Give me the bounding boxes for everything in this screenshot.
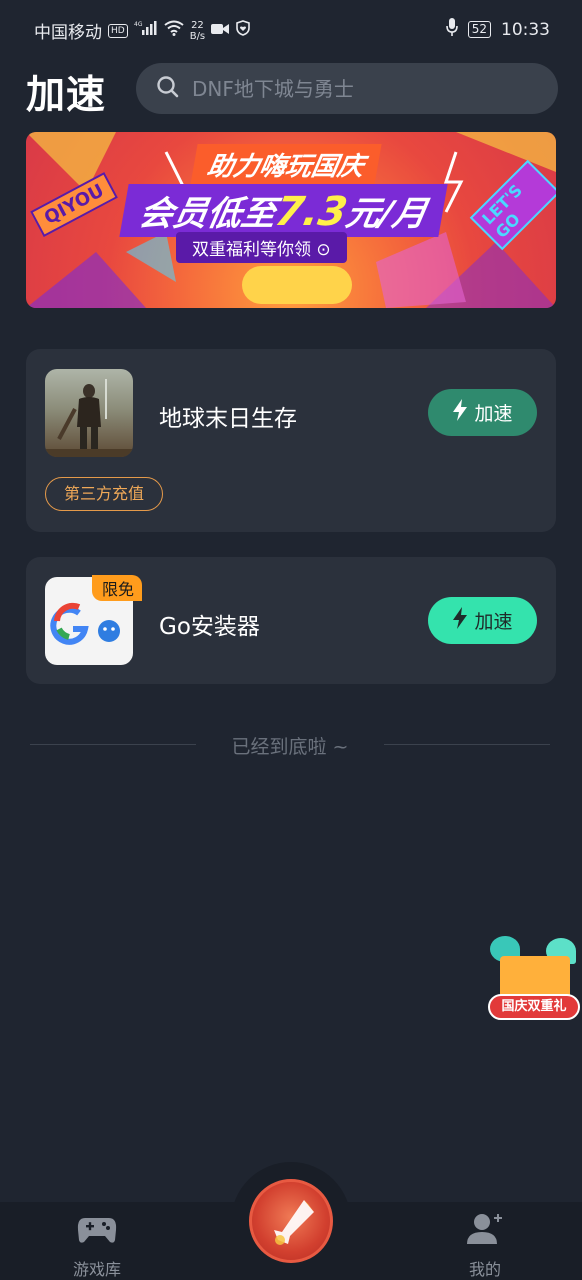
end-of-list: 已经到底啦 ~ bbox=[30, 730, 550, 758]
lightning-icon bbox=[452, 607, 468, 634]
network-speed-unit: B/s bbox=[189, 30, 206, 42]
speed-up-label: 加速 bbox=[474, 403, 513, 425]
speed-up-button[interactable]: 加速 bbox=[428, 597, 537, 644]
banner-subline: 双重福利等你领 ⊙ bbox=[176, 232, 347, 263]
search-icon bbox=[156, 75, 180, 103]
promo-banner[interactable]: QIYOU LET'S GO 助力嗨玩国庆 会员低至7.3元/月 双重福利等你领… bbox=[26, 132, 556, 308]
banner-offer: 会员低至7.3元/月 bbox=[119, 184, 448, 237]
battery-indicator: 52 bbox=[467, 21, 491, 38]
search-input[interactable] bbox=[192, 76, 532, 101]
search-bar[interactable] bbox=[136, 63, 558, 114]
end-of-list-text: 已经到底啦 ~ bbox=[231, 736, 349, 758]
carrier-label: 中国移动 bbox=[34, 23, 102, 43]
game-card[interactable]: 限免 Go安装器 加速 bbox=[26, 557, 556, 684]
shield-heart-icon bbox=[235, 20, 251, 41]
promo-label: 国庆双重礼 bbox=[488, 994, 580, 1020]
page-title: 加速 bbox=[26, 73, 107, 118]
divider bbox=[384, 744, 550, 745]
banner-offer-price: 7.3 bbox=[271, 189, 351, 235]
game-name: Go安装器 bbox=[159, 614, 260, 640]
tab-mine-label: 我的 bbox=[468, 1260, 501, 1279]
game-card[interactable]: 地球末日生存 加速 第三方充值 bbox=[26, 349, 556, 532]
gamepad-graphic bbox=[242, 266, 352, 304]
hd-badge: HD bbox=[108, 23, 128, 38]
gamepad-icon bbox=[77, 1212, 117, 1250]
banner-headline: 助力嗨玩国庆 bbox=[190, 144, 382, 185]
status-bar: 中国移动 HD 4G 22 B/s 52 10:33 bbox=[0, 0, 582, 60]
banner-offer-suffix: 元/月 bbox=[342, 194, 431, 234]
status-left: 中国移动 HD 4G 22 B/s bbox=[34, 18, 251, 43]
free-badge: 限免 bbox=[92, 575, 143, 601]
rocket-icon bbox=[274, 1200, 314, 1245]
clock: 10:33 bbox=[501, 19, 550, 40]
banner-offer-prefix: 会员低至 bbox=[135, 194, 279, 234]
speed-up-button[interactable]: 加速 bbox=[428, 389, 537, 436]
wifi-icon bbox=[164, 20, 184, 41]
network-speed-value: 22 bbox=[191, 19, 204, 31]
signal-icon: 4G bbox=[134, 20, 158, 41]
survivor-figure-icon bbox=[45, 379, 133, 457]
camera-icon bbox=[211, 21, 230, 41]
network-speed: 22 B/s bbox=[190, 20, 205, 42]
tab-game-library-label: 游戏库 bbox=[72, 1260, 121, 1279]
speed-up-label: 加速 bbox=[474, 611, 513, 633]
status-right: 52 10:33 bbox=[445, 18, 550, 41]
recharge-tag[interactable]: 第三方充值 bbox=[45, 477, 164, 511]
network-gen-label: 4G bbox=[134, 21, 143, 28]
game-name: 地球末日生存 bbox=[159, 406, 297, 432]
game-icon bbox=[45, 369, 133, 457]
lightning-icon bbox=[452, 399, 468, 426]
holiday-gift-promo[interactable]: 国庆双重礼 bbox=[486, 930, 580, 1022]
user-profile-icon bbox=[465, 1212, 505, 1250]
microphone-icon bbox=[445, 18, 458, 41]
rocket-boost-button[interactable] bbox=[249, 1179, 333, 1263]
